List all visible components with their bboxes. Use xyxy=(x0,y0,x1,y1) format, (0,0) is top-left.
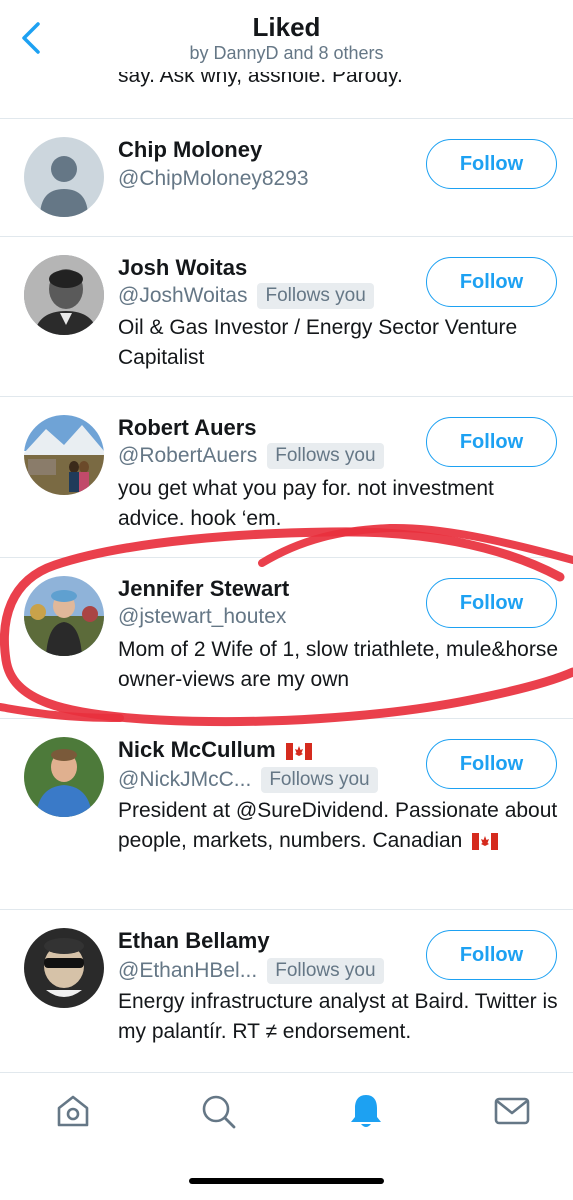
user-handle: @NickJMcC... xyxy=(118,768,252,791)
handle-line: @JoshWoitas Follows you xyxy=(118,283,374,309)
canada-flag-icon xyxy=(285,742,312,760)
user-row-josh-woitas[interactable]: Josh Woitas @JoshWoitas Follows you Oil … xyxy=(0,237,573,396)
user-handle: @RobertAuers xyxy=(118,444,258,467)
user-name: Josh Woitas xyxy=(118,255,248,280)
handle-line: @ChipMoloney8293 xyxy=(118,167,309,191)
user-bio: Energy infrastructure analyst at Baird. … xyxy=(118,990,558,1043)
follow-button[interactable]: Follow xyxy=(426,930,557,980)
user-handle: @JoshWoitas xyxy=(118,284,248,307)
avatar xyxy=(24,928,104,1008)
user-row-nick-mccullum[interactable]: Nick McCullum @NickJMcC... Follows you P… xyxy=(0,719,573,909)
handle-line: @EthanHBel... Follows you xyxy=(118,958,384,984)
follow-button[interactable]: Follow xyxy=(426,417,557,467)
user-name: Robert Auers xyxy=(118,415,257,440)
handle-line: @RobertAuers Follows you xyxy=(118,443,384,469)
user-handle: @EthanHBel... xyxy=(118,959,258,982)
follow-button[interactable]: Follow xyxy=(426,739,557,789)
messages-icon[interactable] xyxy=(492,1091,532,1131)
avatar xyxy=(24,255,104,335)
user-bio: Mom of 2 Wife of 1, slow triathlete, mul… xyxy=(118,638,559,691)
user-bio-block: President at @SureDividend. Passionate a… xyxy=(118,796,563,856)
search-icon[interactable] xyxy=(198,1091,238,1131)
follows-you-badge: Follows you xyxy=(257,283,374,309)
page-subtitle: by DannyD and 8 others xyxy=(189,43,384,63)
user-name-line: Nick McCullum xyxy=(118,737,312,763)
user-handle: @jstewart_houtex xyxy=(118,605,287,628)
home-indicator xyxy=(189,1178,384,1184)
user-row-ethan-bellamy[interactable]: Ethan Bellamy @EthanHBel... Follows you … xyxy=(0,910,573,1070)
user-name: Ethan Bellamy xyxy=(118,928,270,953)
user-name: Nick McCullum xyxy=(118,737,276,762)
avatar xyxy=(24,737,104,817)
user-name: Jennifer Stewart xyxy=(118,576,290,601)
follows-you-badge: Follows you xyxy=(261,767,378,793)
nav-header: Liked by DannyD and 8 others xyxy=(0,0,573,72)
user-name: Chip Moloney xyxy=(118,137,263,162)
user-handle: @ChipMoloney8293 xyxy=(118,167,309,190)
user-bio: you get what you pay for. not investment… xyxy=(118,477,494,530)
handle-line: @jstewart_houtex xyxy=(118,605,286,629)
avatar xyxy=(24,576,104,656)
follow-button[interactable]: Follow xyxy=(426,578,557,628)
follow-button[interactable]: Follow xyxy=(426,257,557,307)
user-row-chip-moloney[interactable]: Chip Moloney @ChipMoloney8293 Follow xyxy=(0,119,573,236)
canada-flag-icon xyxy=(472,832,499,850)
follows-you-badge: Follows you xyxy=(267,958,384,984)
page-title: Liked xyxy=(252,12,321,42)
default-avatar xyxy=(24,137,104,217)
user-row-jennifer-stewart[interactable]: Jennifer Stewart @jstewart_houtex Mom of… xyxy=(0,558,573,718)
notifications-icon[interactable] xyxy=(346,1091,386,1131)
follows-you-badge: Follows you xyxy=(267,443,384,469)
user-bio: Oil & Gas Investor / Energy Sector Ventu… xyxy=(118,316,518,369)
home-icon[interactable] xyxy=(53,1091,93,1131)
user-row-robert-auers[interactable]: Robert Auers @RobertAuers Follows you yo… xyxy=(0,397,573,557)
follow-button[interactable]: Follow xyxy=(426,139,557,189)
handle-line: @NickJMcC... Follows you xyxy=(118,767,378,793)
avatar xyxy=(24,415,104,495)
